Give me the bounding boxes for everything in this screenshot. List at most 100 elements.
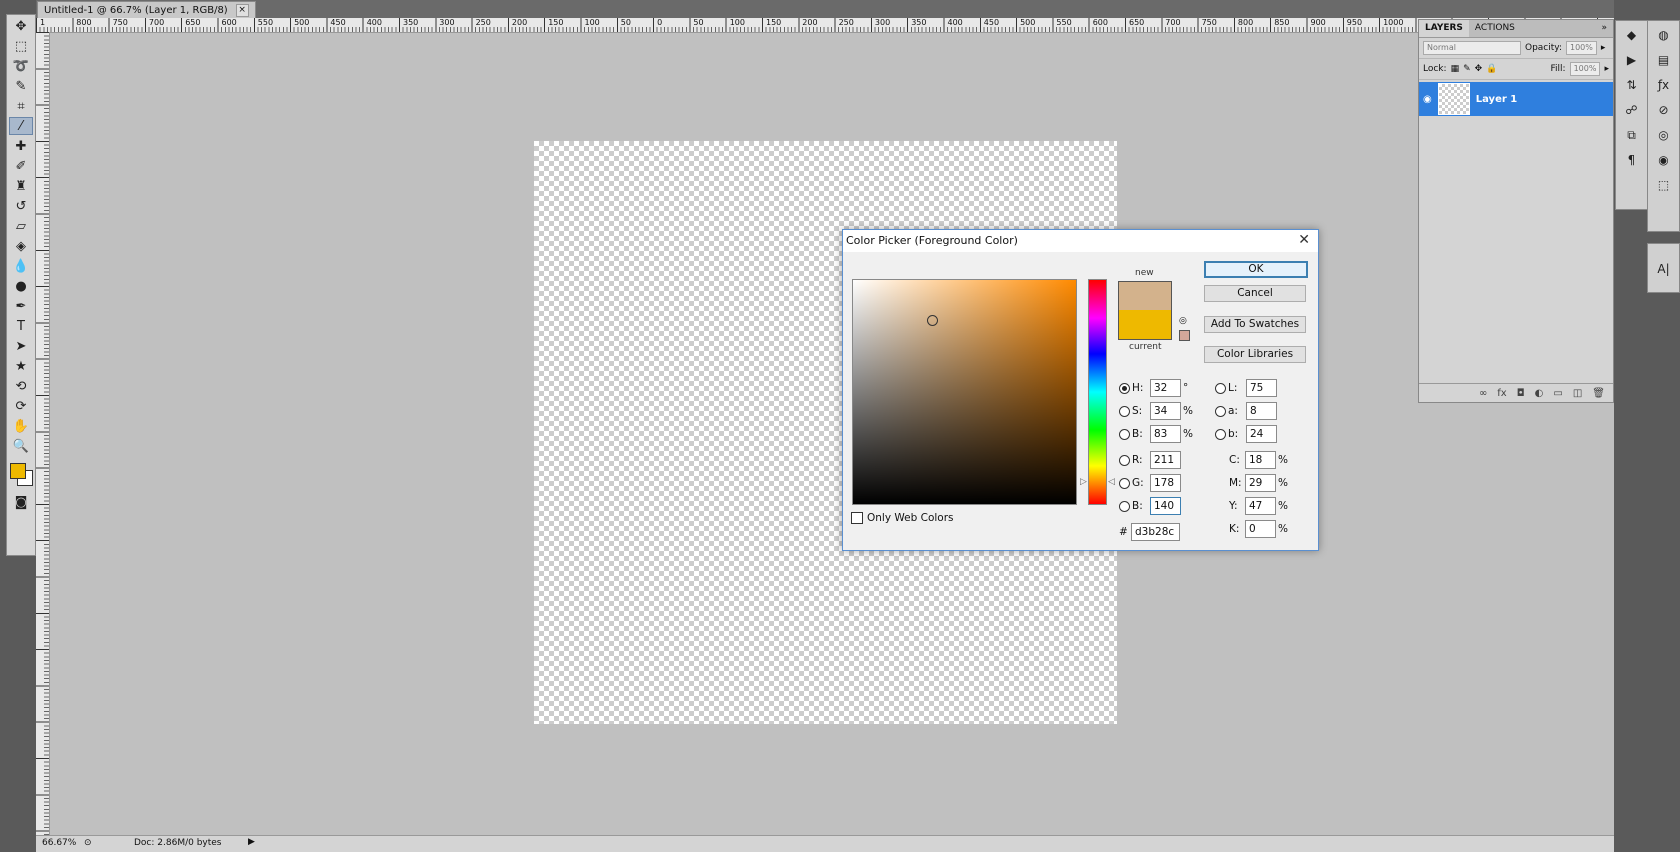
layers-dock-icon[interactable]: ◆ [1621,24,1643,46]
link-layers-icon[interactable]: ∞ [1479,388,1487,399]
clone-stamp-tool-icon[interactable]: ♜ [9,177,33,195]
cancel-button[interactable]: Cancel [1204,285,1306,302]
blur-tool-icon[interactable]: 💧 [9,257,33,275]
3d-dock-icon[interactable]: ◉ [1653,149,1675,171]
path-select-tool-icon[interactable]: ➤ [9,337,33,355]
only-web-colors[interactable]: Only Web Colors [851,512,954,524]
color-dock-icon[interactable]: ◍ [1653,24,1675,46]
delete-layer-icon[interactable]: 🗑 [1592,388,1605,399]
layer-name[interactable]: Layer 1 [1476,94,1517,105]
blend-mode-select[interactable]: Normal [1423,41,1521,55]
new-layer-icon[interactable]: ◫ [1573,388,1582,399]
ok-button[interactable]: OK [1204,261,1308,278]
type-tool-icon[interactable]: T [9,317,33,335]
transform-dock-icon[interactable]: ⬚ [1653,174,1675,196]
only-web-colors-checkbox[interactable] [851,512,863,524]
layer-row[interactable]: ◉ Layer 1 [1419,82,1613,116]
3d-rotate-tool-icon[interactable]: ⟲ [9,377,33,395]
eyedropper-tool-icon[interactable]: ⁄ [9,117,33,135]
fill-arrow-icon[interactable]: ▸ [1604,64,1609,74]
actions-dock-icon[interactable]: ▶ [1621,49,1643,71]
fill-field[interactable]: 100% [1570,62,1601,76]
3d-orbit-tool-icon[interactable]: ⟳ [9,397,33,415]
layer-mask-icon[interactable]: ◘ [1517,388,1525,399]
close-icon[interactable]: ✕ [1298,232,1310,248]
crop-tool-icon[interactable]: ⌗ [9,97,33,115]
group-icon[interactable]: ▭ [1553,388,1562,399]
brush-tool-icon[interactable]: ✐ [9,157,33,175]
lock-position-icon[interactable]: ✥ [1475,64,1483,74]
histogram-dock-icon[interactable]: ▤ [1653,49,1675,71]
adjustments-dock-icon[interactable]: ⇅ [1621,74,1643,96]
lasso-tool-icon[interactable]: ➰ [9,57,33,75]
hue-slider-left-arrow-icon[interactable]: ▷ [1080,477,1087,487]
opacity-field[interactable]: 100% [1566,41,1597,55]
zoom-level[interactable]: 66.67% [42,838,76,848]
quick-select-tool-icon[interactable]: ✎ [9,77,33,95]
character-dock-icon[interactable]: A| [1653,258,1675,280]
visibility-eye-icon[interactable]: ◉ [1423,94,1432,105]
opacity-arrow-icon[interactable]: ▸ [1601,43,1606,53]
lab-a-input[interactable]: 8 [1246,402,1277,420]
close-tab-icon[interactable]: × [236,4,249,17]
tab-actions[interactable]: ACTIONS [1469,20,1521,37]
saturation-brightness-field[interactable] [852,279,1077,505]
lab-b-input[interactable]: 24 [1246,425,1277,443]
g-radio[interactable] [1119,478,1130,489]
l-input[interactable]: 75 [1246,379,1277,397]
panel-collapse-icon[interactable]: » [1595,20,1613,37]
color-picker-marker[interactable] [927,315,938,326]
g-input[interactable]: 178 [1150,474,1181,492]
hex-input[interactable]: d3b28c [1131,523,1180,541]
styles-dock-icon[interactable]: ƒx [1653,74,1675,96]
document-tab[interactable]: Untitled-1 @ 66.7% (Layer 1, RGB/8) × [37,1,256,19]
add-to-swatches-button[interactable]: Add To Swatches [1204,316,1306,333]
adjustment-layer-icon[interactable]: ◐ [1535,388,1544,399]
brightness-radio[interactable] [1119,429,1130,440]
marquee-tool-icon[interactable]: ⬚ [9,37,33,55]
lab-a-radio[interactable] [1215,406,1226,417]
r-radio[interactable] [1119,455,1130,466]
r-input[interactable]: 211 [1150,451,1181,469]
s-radio[interactable] [1119,406,1130,417]
y-input[interactable]: 47 [1245,497,1276,515]
zoom-tool-icon[interactable]: 🔍 [9,437,33,455]
lock-all-icon[interactable]: 🔒 [1486,64,1497,74]
hue-slider-right-arrow-icon[interactable]: ◁ [1108,477,1115,487]
dodge-tool-icon[interactable]: ● [9,277,33,295]
h-radio[interactable] [1119,383,1130,394]
paint-bucket-tool-icon[interactable]: ◈ [9,237,33,255]
m-input[interactable]: 29 [1245,474,1276,492]
blue-input[interactable]: 140 [1150,497,1181,515]
channels-dock-icon[interactable]: ☍ [1621,99,1643,121]
move-tool-icon[interactable]: ✥ [9,17,33,35]
horizontal-ruler[interactable]: 1800750700650600550500450400350300250200… [36,18,1614,33]
color-libraries-button[interactable]: Color Libraries [1204,346,1306,363]
clone-source-dock-icon[interactable]: ⧉ [1621,124,1643,146]
hue-slider[interactable] [1088,279,1107,505]
k-input[interactable]: 0 [1245,520,1276,538]
tab-layers[interactable]: LAYERS [1419,20,1469,37]
history-brush-tool-icon[interactable]: ↺ [9,197,33,215]
brightness-input[interactable]: 83 [1150,425,1181,443]
status-menu-arrow-icon[interactable]: ▶ [248,837,255,847]
lock-transparency-icon[interactable]: ▦ [1451,64,1460,74]
hand-tool-icon[interactable]: ✋ [9,417,33,435]
vertical-ruler[interactable] [36,32,50,835]
info-dock-icon[interactable]: ◎ [1653,124,1675,146]
layer-style-icon[interactable]: fx [1497,388,1506,399]
pen-tool-icon[interactable]: ✒ [9,297,33,315]
h-input[interactable]: 32 [1150,379,1181,397]
c-input[interactable]: 18 [1245,451,1276,469]
lock-pixels-icon[interactable]: ✎ [1463,64,1471,74]
eraser-tool-icon[interactable]: ▱ [9,217,33,235]
l-radio[interactable] [1215,383,1226,394]
paragraph-dock-icon[interactable]: ¶ [1621,149,1643,171]
s-input[interactable]: 34 [1150,402,1181,420]
blue-radio[interactable] [1119,501,1130,512]
navigator-dock-icon[interactable]: ⊘ [1653,99,1675,121]
quick-mask-icon[interactable]: ◙ [9,493,33,511]
foreground-color-swatch[interactable] [10,463,26,479]
current-color-swatch[interactable] [1118,310,1172,340]
lab-b-radio[interactable] [1215,429,1226,440]
